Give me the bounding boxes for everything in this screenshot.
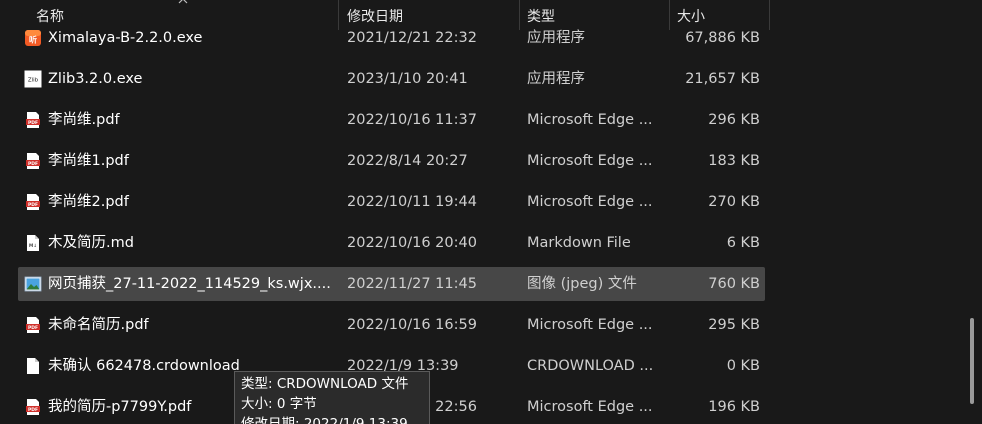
vertical-scrollbar-thumb[interactable] [970, 318, 974, 404]
file-name: 李尚维2.pdf [48, 194, 129, 210]
file-size: 196 KB [708, 399, 760, 415]
svg-text:听: 听 [29, 35, 37, 45]
file-size: 760 KB [708, 276, 760, 292]
file-size: 67,886 KB [685, 30, 760, 46]
tooltip-date-line: 修改日期: 2022/1/9 13:39 [241, 416, 408, 424]
file-type: Microsoft Edge ... [527, 112, 653, 128]
file-name: Zlib3.2.0.exe [48, 71, 143, 87]
file-name: 李尚维.pdf [48, 112, 120, 128]
pdf-icon: PDF [26, 317, 40, 333]
file-date: 2022/10/16 16:59 [347, 317, 477, 333]
file-date: 2022/8/14 20:27 [347, 153, 468, 169]
file-date: 2022/10/16 20:40 [347, 235, 477, 251]
file-size: 270 KB [708, 194, 760, 210]
zlib-app-icon: Zlib [24, 70, 42, 88]
pdf-icon: PDF [26, 399, 40, 415]
file-row-selected[interactable]: 网页捕获_27-11-2022_114529_ks.wjx.... 2022/1… [18, 267, 765, 301]
svg-text:Zlib: Zlib [28, 78, 39, 84]
column-divider[interactable] [769, 0, 770, 30]
file-date: 2023/1/10 20:41 [347, 71, 468, 87]
file-name: 李尚维1.pdf [48, 153, 129, 169]
file-type: Microsoft Edge ... [527, 194, 653, 210]
file-row[interactable]: 听 Ximalaya-B-2.2.0.exe 2021/12/21 22:32 … [18, 21, 765, 55]
tooltip-size-line: 大小: 0 字节 [241, 396, 317, 412]
file-row[interactable]: Zlib Zlib3.2.0.exe 2023/1/10 20:41 应用程序 … [18, 62, 765, 96]
pdf-icon: PDF [26, 194, 40, 210]
pdf-icon: PDF [26, 153, 40, 169]
file-row[interactable]: PDF 李尚维.pdf 2022/10/16 11:37 Microsoft E… [18, 103, 765, 137]
file-info-tooltip: 类型: CRDOWNLOAD 文件 大小: 0 字节 修改日期: 2022/1/… [234, 371, 430, 424]
sort-ascending-icon [178, 0, 188, 4]
file-row[interactable]: M↓ 木及简历.md 2022/10/16 20:40 Markdown Fil… [18, 226, 765, 260]
file-size: 296 KB [708, 112, 760, 128]
file-type: 应用程序 [527, 71, 585, 87]
file-size: 21,657 KB [685, 71, 760, 87]
file-size: 6 KB [726, 235, 760, 251]
tooltip-type-line: 类型: CRDOWNLOAD 文件 [241, 376, 409, 392]
image-file-icon [24, 276, 42, 292]
svg-text:M↓: M↓ [29, 243, 37, 249]
markdown-file-icon: M↓ [27, 235, 39, 251]
file-size: 183 KB [708, 153, 760, 169]
svg-text:PDF: PDF [28, 120, 38, 126]
pdf-icon: PDF [26, 112, 40, 128]
svg-text:PDF: PDF [28, 325, 38, 331]
blank-file-icon [27, 358, 39, 374]
file-type: Microsoft Edge ... [527, 399, 653, 415]
file-type: Markdown File [527, 235, 631, 251]
ximalaya-app-icon: 听 [25, 30, 41, 46]
file-name: Ximalaya-B-2.2.0.exe [48, 30, 203, 46]
svg-text:PDF: PDF [28, 202, 38, 208]
file-type: CRDOWNLOAD ... [527, 358, 654, 374]
file-name: 未命名简历.pdf [48, 317, 149, 333]
file-type: 应用程序 [527, 30, 585, 46]
file-name: 网页捕获_27-11-2022_114529_ks.wjx.... [48, 276, 331, 292]
file-size: 295 KB [708, 317, 760, 333]
file-row[interactable]: PDF 李尚维2.pdf 2022/10/11 19:44 Microsoft … [18, 185, 765, 219]
file-row[interactable]: PDF 李尚维1.pdf 2022/8/14 20:27 Microsoft E… [18, 144, 765, 178]
file-date: 2022/10/11 19:44 [347, 194, 477, 210]
file-row[interactable]: PDF 未命名简历.pdf 2022/10/16 16:59 Microsoft… [18, 308, 765, 342]
file-name: 木及简历.md [48, 235, 134, 251]
file-date: 2022/11/27 11:45 [347, 276, 477, 292]
file-type: 图像 (jpeg) 文件 [527, 276, 637, 292]
file-type: Microsoft Edge ... [527, 153, 653, 169]
file-date: 2021/12/21 22:32 [347, 30, 477, 46]
file-type: Microsoft Edge ... [527, 317, 653, 333]
file-explorer-list-view: 名称 修改日期 类型 大小 听 Ximalaya-B-2.2.0.exe 202… [0, 0, 982, 424]
svg-text:PDF: PDF [28, 161, 38, 167]
file-date: 2022/10/16 11:37 [347, 112, 477, 128]
svg-text:PDF: PDF [28, 407, 38, 413]
file-size: 0 KB [726, 358, 760, 374]
